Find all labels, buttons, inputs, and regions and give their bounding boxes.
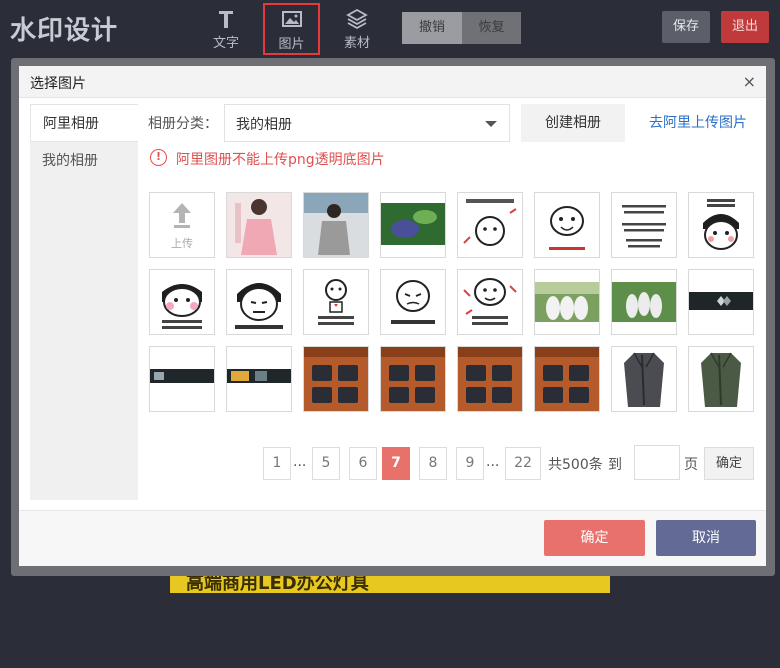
- image-thumbnail[interactable]: [226, 192, 292, 258]
- group-photo-icon: [612, 270, 676, 334]
- pagination-ellipsis: ...: [486, 454, 500, 470]
- girl-gray-sweater-photo-icon: [304, 193, 368, 257]
- sidebar-item-my-album[interactable]: 我的相册: [30, 142, 138, 180]
- text-card-icon: [612, 193, 676, 257]
- page-button-current[interactable]: 7: [382, 447, 410, 480]
- image-thumbnail[interactable]: [534, 346, 600, 412]
- upload-to-ali-link[interactable]: 去阿里上传图片: [649, 112, 747, 132]
- image-tool-button[interactable]: 图片: [263, 3, 320, 55]
- meme-sticker-icon: [150, 270, 214, 334]
- pagination-ellipsis: ...: [293, 454, 307, 470]
- layers-icon: [329, 8, 385, 30]
- image-thumbnail[interactable]: [226, 269, 292, 335]
- girl-pink-dress-photo-icon: [227, 193, 291, 257]
- category-select-value: 我的相册: [236, 117, 292, 133]
- material-tool-button[interactable]: 素材: [329, 4, 385, 54]
- save-button[interactable]: 保存: [662, 11, 710, 43]
- dialog-header: 选择图片 ×: [19, 66, 766, 98]
- page-button-8[interactable]: 8: [419, 447, 447, 480]
- chevron-down-icon: [485, 121, 497, 127]
- category-label: 相册分类：: [148, 116, 218, 132]
- category-select[interactable]: 我的相册: [224, 104, 510, 142]
- confirm-button[interactable]: 确定: [544, 520, 645, 556]
- image-thumbnail[interactable]: [688, 192, 754, 258]
- image-grid: 上传: [149, 192, 759, 412]
- warning-text: 阿里图册不能上传png透明底图片: [176, 152, 385, 168]
- text-tool-label: 文字: [212, 36, 239, 51]
- image-thumbnail[interactable]: [380, 192, 446, 258]
- pagination-confirm-button[interactable]: 确定: [704, 447, 754, 480]
- image-thumbnail[interactable]: [611, 192, 677, 258]
- meme-sticker-icon: [227, 270, 291, 334]
- image-thumbnail[interactable]: [149, 269, 215, 335]
- image-thumbnail[interactable]: [303, 269, 369, 335]
- cancel-button[interactable]: 取消: [656, 520, 756, 556]
- meme-sticker-icon: [304, 270, 368, 334]
- page-button-5[interactable]: 5: [312, 447, 340, 480]
- image-thumbnail[interactable]: [611, 269, 677, 335]
- meme-sticker-icon: [381, 270, 445, 334]
- nature-green-photo-icon: [381, 193, 445, 257]
- phone-case-product-icon: [304, 347, 368, 411]
- warning-icon: !: [150, 149, 167, 166]
- image-thumbnail[interactable]: [457, 269, 523, 335]
- upload-label: 上传: [171, 237, 193, 250]
- pagination-goto-label: 到: [608, 457, 622, 473]
- pagination-total: 共500条: [548, 457, 603, 473]
- select-image-dialog: 选择图片 × 阿里相册 我的相册 相册分类： 我的相册 创建相册 去阿里上传图片…: [19, 66, 766, 566]
- image-thumbnail[interactable]: [688, 269, 754, 335]
- redo-button[interactable]: 恢复: [462, 12, 521, 44]
- image-thumbnail[interactable]: [534, 192, 600, 258]
- page-button-22[interactable]: 22: [505, 447, 541, 480]
- meme-sticker-icon: [689, 193, 753, 257]
- page-button-9[interactable]: 9: [456, 447, 484, 480]
- image-thumbnail[interactable]: [380, 269, 446, 335]
- group-photo-icon: [535, 270, 599, 334]
- meme-sticker-icon: [535, 193, 599, 257]
- image-tool-label: 图片: [278, 37, 305, 52]
- phone-case-product-icon: [535, 347, 599, 411]
- pagination-page-unit: 页: [684, 457, 698, 473]
- coat-product-icon: [689, 347, 753, 411]
- top-toolbar: 水印设计 文字 图片 素材 撤销 恢复 保存 退出: [0, 0, 780, 56]
- image-thumbnail[interactable]: [303, 192, 369, 258]
- app-logo: 水印设计: [10, 16, 119, 46]
- dialog-footer: [19, 510, 766, 566]
- page-button-1[interactable]: 1: [263, 447, 291, 480]
- create-album-button[interactable]: 创建相册: [521, 104, 625, 142]
- image-thumbnail[interactable]: [457, 192, 523, 258]
- dark-banner-icon: [150, 347, 214, 411]
- page-button-6[interactable]: 6: [349, 447, 377, 480]
- image-thumbnail[interactable]: [534, 269, 600, 335]
- close-icon[interactable]: ×: [743, 72, 756, 91]
- text-tool-button[interactable]: 文字: [198, 4, 254, 54]
- meme-sticker-icon: [458, 193, 522, 257]
- exit-button[interactable]: 退出: [721, 11, 769, 43]
- dialog-title: 选择图片: [30, 76, 86, 92]
- image-thumbnail[interactable]: [226, 346, 292, 412]
- text-icon: [198, 8, 254, 30]
- image-thumbnail[interactable]: [457, 346, 523, 412]
- material-tool-label: 素材: [343, 36, 370, 51]
- upload-image-button[interactable]: 上传: [149, 192, 215, 258]
- upload-arrow-icon: [173, 203, 191, 228]
- image-thumbnail[interactable]: [149, 346, 215, 412]
- dark-banner-icon: [227, 347, 291, 411]
- meme-sticker-icon: [458, 270, 522, 334]
- phone-case-product-icon: [381, 347, 445, 411]
- phone-case-product-icon: [458, 347, 522, 411]
- image-thumbnail[interactable]: [303, 346, 369, 412]
- sidebar-item-ali-album[interactable]: 阿里相册: [30, 104, 138, 142]
- dark-banner-icon: [689, 270, 753, 334]
- image-thumbnail[interactable]: [688, 346, 754, 412]
- undo-button[interactable]: 撤销: [402, 12, 462, 44]
- image-thumbnail[interactable]: [611, 346, 677, 412]
- image-thumbnail[interactable]: [380, 346, 446, 412]
- image-icon: [265, 9, 318, 31]
- coat-product-icon: [612, 347, 676, 411]
- album-sidebar: 阿里相册 我的相册: [30, 104, 138, 500]
- page-number-input[interactable]: [634, 445, 680, 480]
